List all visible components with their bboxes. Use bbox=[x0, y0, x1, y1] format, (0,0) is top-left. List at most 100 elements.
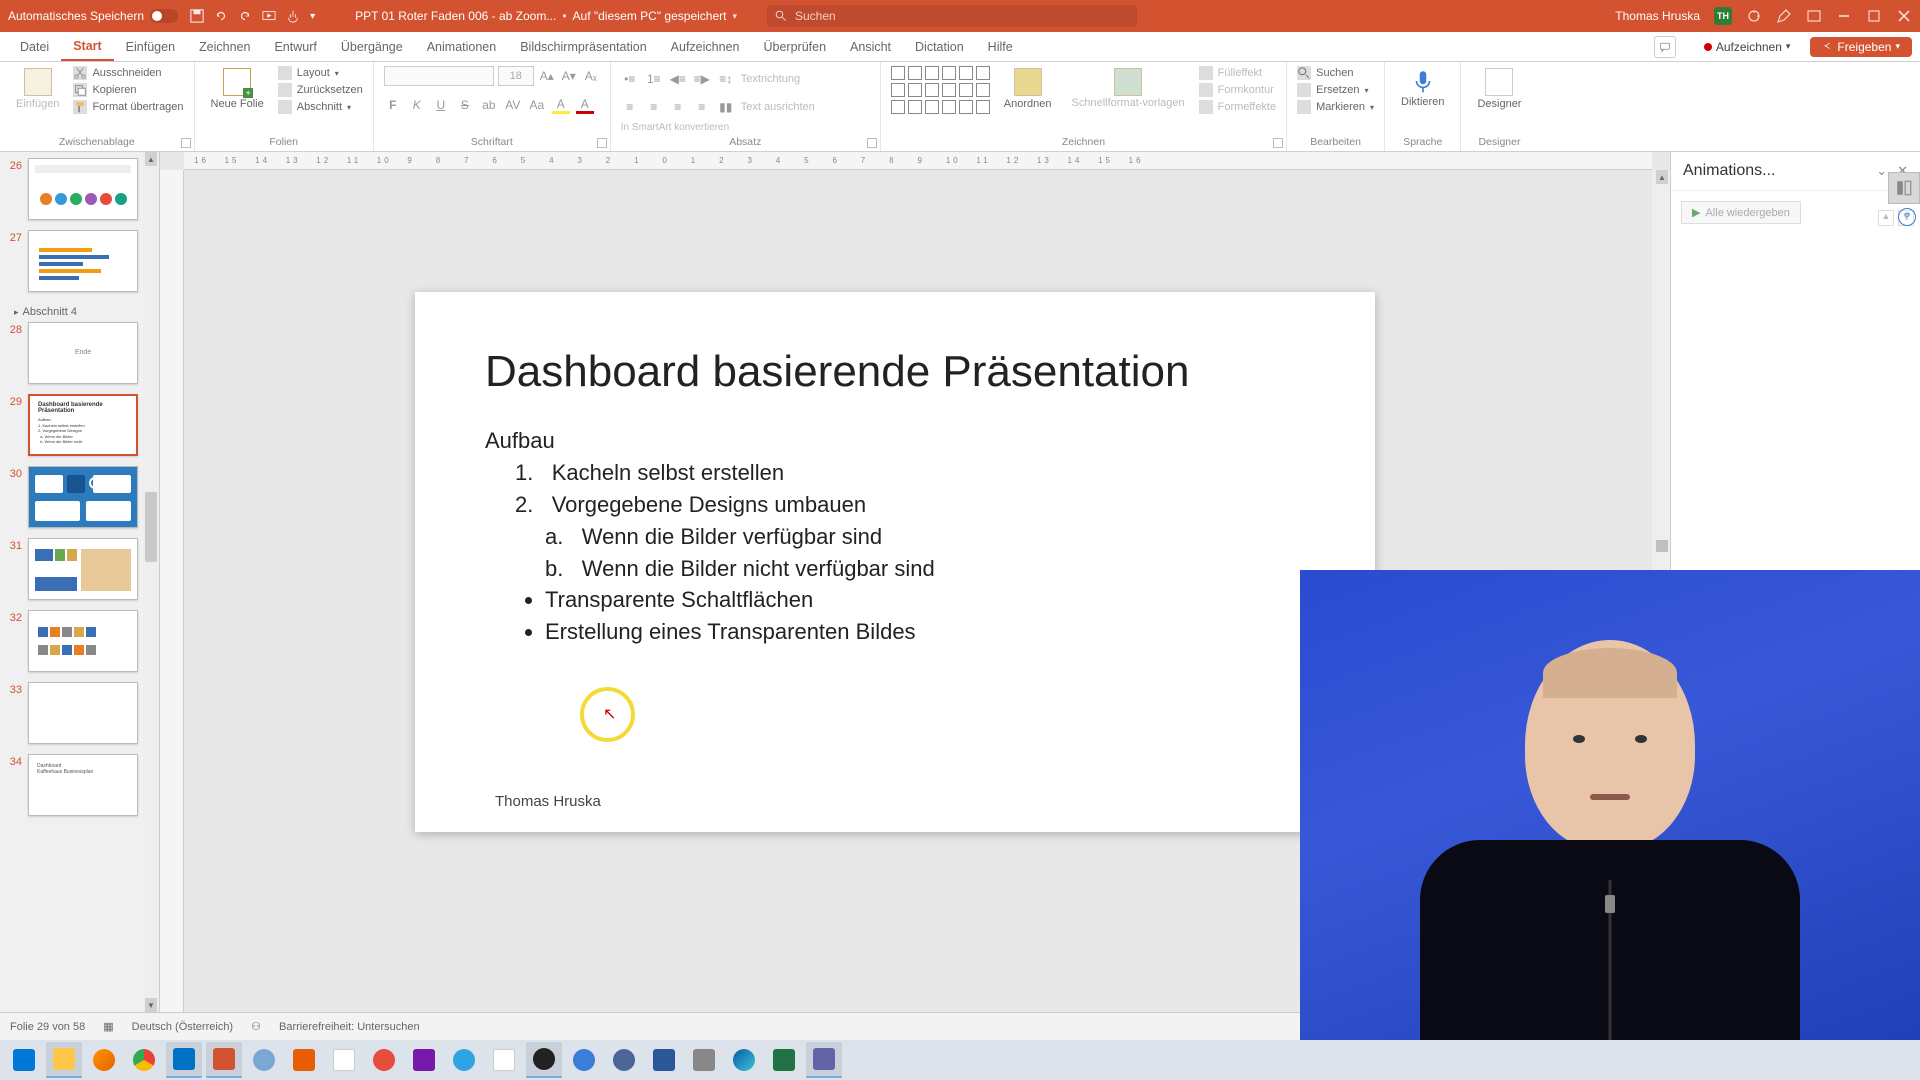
thumb-preview[interactable] bbox=[28, 538, 138, 600]
slide-thumbnail-panel[interactable]: 26 27 ▸Abschnitt 4 28Ende 29Dashboard ba… bbox=[0, 152, 160, 1012]
align-right-icon[interactable]: ≡ bbox=[669, 98, 687, 116]
minimize-icon[interactable] bbox=[1836, 8, 1852, 24]
thumbnail-27[interactable]: 27 bbox=[4, 230, 155, 292]
thumb-preview[interactable]: DashboardKaffeehaus Businessplan bbox=[28, 754, 138, 816]
decrease-font-icon[interactable]: A▾ bbox=[560, 67, 578, 85]
taskbar-teams[interactable] bbox=[806, 1042, 842, 1078]
taskbar-onenote[interactable] bbox=[406, 1042, 442, 1078]
dialog-launcher-icon[interactable] bbox=[1273, 138, 1283, 148]
aufzeichnen-button[interactable]: Aufzeichnen▾ bbox=[1692, 37, 1803, 57]
sync-icon[interactable] bbox=[1746, 8, 1762, 24]
taskbar-telegram[interactable] bbox=[446, 1042, 482, 1078]
tab-uebergaenge[interactable]: Übergänge bbox=[329, 32, 415, 61]
taskbar-vlc[interactable] bbox=[286, 1042, 322, 1078]
tab-bildschirmpraesentation[interactable]: Bildschirmpräsentation bbox=[508, 32, 658, 61]
scroll-up-icon[interactable]: ▲ bbox=[1656, 170, 1668, 184]
bold-button[interactable]: F bbox=[384, 96, 402, 114]
taskbar-edge[interactable] bbox=[726, 1042, 762, 1078]
tab-einfuegen[interactable]: Einfügen bbox=[114, 32, 187, 61]
align-center-icon[interactable]: ≡ bbox=[645, 98, 663, 116]
font-size-combo[interactable]: 18 bbox=[498, 66, 534, 86]
reset-button[interactable]: Zurücksetzen bbox=[278, 83, 363, 97]
shape-fill-button[interactable]: Fülleffekt bbox=[1199, 66, 1277, 80]
thumbnail-26[interactable]: 26 bbox=[4, 158, 155, 220]
shape-icon[interactable] bbox=[942, 83, 956, 97]
font-family-combo[interactable] bbox=[384, 66, 494, 86]
section-button[interactable]: Abschnitt▾ bbox=[278, 100, 363, 114]
slideshow-icon[interactable] bbox=[262, 9, 276, 23]
taskbar-app4[interactable] bbox=[486, 1042, 522, 1078]
tab-entwurf[interactable]: Entwurf bbox=[262, 32, 328, 61]
slide-title[interactable]: Dashboard basierende Präsentation bbox=[485, 347, 1305, 397]
thumbnail-29[interactable]: 29Dashboard basierende PräsentationAufba… bbox=[4, 394, 155, 456]
redo-icon[interactable] bbox=[238, 9, 252, 23]
accessibility-status[interactable]: Barrierefreiheit: Untersuchen bbox=[279, 1021, 420, 1033]
search-box[interactable]: Suchen bbox=[767, 5, 1137, 27]
find-button[interactable]: Suchen bbox=[1297, 66, 1374, 80]
shape-effects-button[interactable]: Formeffekte bbox=[1199, 100, 1277, 114]
quick-styles-button[interactable]: Schnellformat-vorlagen bbox=[1066, 66, 1191, 111]
shape-icon[interactable] bbox=[976, 100, 990, 114]
toggle-switch-icon[interactable] bbox=[150, 9, 178, 23]
shape-icon[interactable] bbox=[891, 83, 905, 97]
bullets-button[interactable]: •≡ bbox=[621, 70, 639, 88]
chevron-down-icon[interactable]: ⌄ bbox=[1876, 163, 1887, 179]
thumb-preview[interactable] bbox=[28, 610, 138, 672]
shape-icon[interactable] bbox=[959, 100, 973, 114]
dialog-launcher-icon[interactable] bbox=[597, 138, 607, 148]
designer-button[interactable]: Designer bbox=[1471, 66, 1527, 112]
tab-datei[interactable]: Datei bbox=[8, 32, 61, 61]
replace-button[interactable]: Ersetzen▾ bbox=[1297, 83, 1374, 97]
arrange-button[interactable]: Anordnen bbox=[998, 66, 1058, 112]
taskbar-outlook[interactable] bbox=[166, 1042, 202, 1078]
cut-button[interactable]: Ausschneiden bbox=[73, 66, 183, 80]
thumb-preview[interactable]: Ende bbox=[28, 322, 138, 384]
shapes-gallery[interactable] bbox=[891, 66, 990, 114]
copy-button[interactable]: Kopieren bbox=[73, 83, 183, 97]
window-icon[interactable] bbox=[1806, 8, 1822, 24]
thumb-preview-selected[interactable]: Dashboard basierende PräsentationAufbau1… bbox=[28, 394, 138, 456]
decrease-indent-icon[interactable]: ◀≡ bbox=[669, 70, 687, 88]
taskbar-chrome[interactable] bbox=[126, 1042, 162, 1078]
underline-button[interactable]: U bbox=[432, 96, 450, 114]
format-painter-button[interactable]: Format übertragen bbox=[73, 100, 183, 114]
slide-counter[interactable]: Folie 29 von 58 bbox=[10, 1021, 85, 1033]
close-icon[interactable] bbox=[1896, 8, 1912, 24]
tab-ansicht[interactable]: Ansicht bbox=[838, 32, 903, 61]
qat-dropdown-icon[interactable]: ▾ bbox=[310, 11, 315, 22]
comments-button[interactable] bbox=[1654, 36, 1676, 58]
thumbnail-34[interactable]: 34DashboardKaffeehaus Businessplan bbox=[4, 754, 155, 816]
shape-icon[interactable] bbox=[925, 83, 939, 97]
increase-font-icon[interactable]: A▴ bbox=[538, 67, 556, 85]
side-pane-tab[interactable] bbox=[1888, 172, 1920, 204]
shape-icon[interactable] bbox=[959, 66, 973, 80]
tab-dictation[interactable]: Dictation bbox=[903, 32, 976, 61]
thumb-preview[interactable] bbox=[28, 158, 138, 220]
scroll-up-icon[interactable]: ▲ bbox=[145, 152, 157, 166]
slide-canvas[interactable]: Dashboard basierende Präsentation Aufbau… bbox=[415, 292, 1375, 832]
taskbar-excel[interactable] bbox=[766, 1042, 802, 1078]
shadow-button[interactable]: ab bbox=[480, 96, 498, 114]
spacing-button[interactable]: AV bbox=[504, 96, 522, 114]
tab-ueberpruefen[interactable]: Überprüfen bbox=[751, 32, 838, 61]
shape-outline-button[interactable]: Formkontur bbox=[1199, 83, 1277, 97]
thumbnail-scrollbar[interactable]: ▲ ▼ bbox=[143, 152, 159, 1012]
paste-button[interactable]: Einfügen bbox=[10, 66, 65, 112]
thumbnail-33[interactable]: 33 bbox=[4, 682, 155, 744]
highlight-button[interactable]: A bbox=[552, 96, 570, 114]
align-left-icon[interactable]: ≡ bbox=[621, 98, 639, 116]
smartart-button[interactable]: In SmartArt konvertieren bbox=[621, 122, 729, 133]
slide-body[interactable]: Aufbau 1. Kacheln selbst erstellen 2. Vo… bbox=[485, 425, 1305, 648]
tab-hilfe[interactable]: Hilfe bbox=[976, 32, 1025, 61]
font-color-button[interactable]: A bbox=[576, 96, 594, 114]
undo-icon[interactable] bbox=[214, 9, 228, 23]
shape-icon[interactable] bbox=[925, 66, 939, 80]
increase-indent-icon[interactable]: ≡▶ bbox=[693, 70, 711, 88]
freigeben-button[interactable]: Freigeben▾ bbox=[1810, 37, 1912, 57]
italic-button[interactable]: K bbox=[408, 96, 426, 114]
tab-animationen[interactable]: Animationen bbox=[415, 32, 509, 61]
align-text-button[interactable]: Text ausrichten bbox=[741, 98, 815, 116]
maximize-icon[interactable] bbox=[1866, 8, 1882, 24]
shape-icon[interactable] bbox=[976, 83, 990, 97]
language-indicator[interactable]: Deutsch (Österreich) bbox=[132, 1021, 233, 1033]
